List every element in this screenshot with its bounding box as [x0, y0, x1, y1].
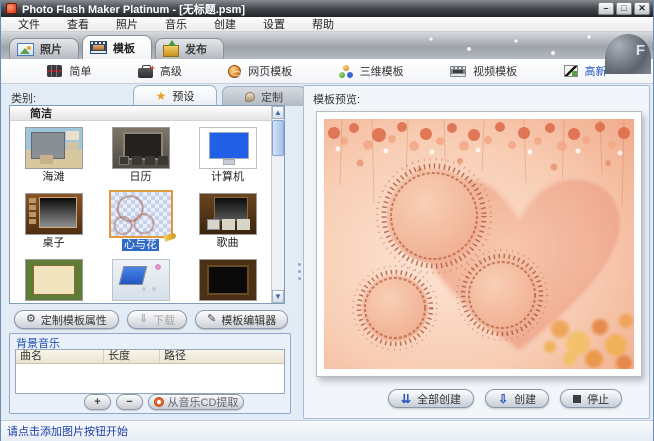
- toolbar-item-simple[interactable]: 简单: [47, 63, 91, 79]
- category-label: 类别:: [11, 93, 37, 105]
- advanced-icon: [137, 63, 155, 78]
- publish-tab-icon: [163, 39, 179, 57]
- tab-publish[interactable]: 发布: [155, 38, 224, 59]
- menu-view[interactable]: 查看: [67, 16, 89, 32]
- app-icon: [6, 3, 17, 14]
- template-group-header: 简洁: [10, 106, 284, 121]
- background-music-panel: 背景音乐 曲名 长度 路径 + − 从音乐CD提取: [9, 333, 291, 414]
- simple-icon: [47, 65, 63, 77]
- heart-template-art: [324, 119, 634, 369]
- web-template-icon: [228, 64, 243, 78]
- stop-button[interactable]: 停止: [560, 389, 623, 408]
- pencil-icon: ✎: [207, 313, 217, 325]
- double-down-arrow-icon: ⇊: [401, 391, 412, 406]
- menu-file[interactable]: 文件: [18, 16, 40, 32]
- toolbar-item-video-templates[interactable]: 视频模板: [450, 63, 517, 79]
- template-thumbnail: [24, 127, 83, 169]
- main-area: 类别: ★ 预设 定制 简洁 海滩 日历 计算机 桌子 心与花 歌曲 ▲ ▼ ⚙…: [1, 84, 653, 420]
- tab-band: F 照片 模板 发布: [1, 32, 653, 74]
- template-item-desk[interactable]: 桌子: [10, 188, 97, 254]
- scroll-up-icon[interactable]: ▲: [272, 106, 284, 119]
- status-text: 请点击添加图片按钮开始: [7, 426, 128, 438]
- template-item-8[interactable]: [97, 254, 184, 303]
- template-thumbnail: [198, 127, 257, 169]
- gear-icon: ⚙: [26, 313, 36, 325]
- template-list: 简洁 海滩 日历 计算机 桌子 心与花 歌曲 ▲ ▼: [9, 105, 285, 304]
- remove-music-button[interactable]: −: [116, 394, 143, 410]
- template-thumbnail: [198, 193, 257, 235]
- tab-custom[interactable]: 定制: [222, 86, 306, 106]
- create-button[interactable]: ⇩ 创建: [485, 389, 550, 408]
- template-editor-button[interactable]: ✎ 模板编辑器: [195, 310, 289, 329]
- templates-tab-icon: [90, 41, 107, 54]
- template-item-song[interactable]: 歌曲: [184, 188, 271, 254]
- hand-icon: [245, 91, 255, 102]
- template-item-computer[interactable]: 计算机: [184, 122, 271, 188]
- preview-panel: 模板预览: ⇊ 全部创建 ⇩ 创建 停止: [303, 85, 650, 419]
- customize-template-properties-button[interactable]: ⚙ 定制模板属性: [14, 310, 119, 329]
- template-list-scrollbar[interactable]: ▲ ▼: [271, 106, 284, 303]
- star-icon: ★: [155, 89, 167, 103]
- tab-templates[interactable]: 模板: [82, 35, 152, 59]
- window-title: Photo Flash Maker Platinum - [无标题.psm]: [22, 3, 246, 16]
- menu-music[interactable]: 音乐: [165, 16, 187, 32]
- menu-settings[interactable]: 设置: [263, 16, 285, 32]
- menu-help[interactable]: 帮助: [312, 16, 334, 32]
- panel-splitter[interactable]: [297, 259, 302, 283]
- maximize-button[interactable]: □: [616, 2, 632, 15]
- music-column-name[interactable]: 曲名: [16, 350, 104, 363]
- minimize-button[interactable]: –: [598, 2, 614, 15]
- music-table: 曲名 长度 路径: [15, 349, 285, 394]
- header-art: F: [605, 34, 651, 74]
- template-thumbnail: [108, 190, 173, 238]
- music-column-length[interactable]: 长度: [104, 350, 160, 363]
- music-column-path[interactable]: 路径: [160, 350, 284, 363]
- preview-label: 模板预览:: [313, 94, 361, 106]
- menu-photo[interactable]: 照片: [116, 16, 138, 32]
- template-item-heart-selected[interactable]: 心与花: [97, 188, 184, 254]
- toolbar-item-advanced[interactable]: 高级: [137, 63, 182, 79]
- toolbar-item-3d-templates[interactable]: 三维模板: [338, 63, 404, 79]
- template-item-7[interactable]: [10, 254, 97, 303]
- menu-create[interactable]: 创建: [214, 16, 236, 32]
- template-item-9[interactable]: [184, 254, 271, 303]
- close-button[interactable]: ✕: [634, 2, 650, 15]
- extract-from-cd-button[interactable]: 从音乐CD提取: [148, 394, 244, 410]
- template-thumbnail: [24, 193, 83, 235]
- status-bar: 请点击添加图片按钮开始: [1, 420, 653, 441]
- template-thumbnail: [111, 127, 170, 169]
- create-all-button[interactable]: ⇊ 全部创建: [388, 389, 475, 408]
- down-arrow-icon: ⇩: [498, 391, 509, 406]
- photos-tab-icon: [17, 42, 34, 56]
- template-grid: 海滩 日历 计算机 桌子 心与花 歌曲: [10, 122, 271, 303]
- template-preview: [316, 111, 642, 377]
- template-thumbnail: [198, 259, 257, 301]
- tab-photos[interactable]: 照片: [9, 38, 79, 59]
- 3d-template-icon: [338, 64, 353, 78]
- add-music-button[interactable]: +: [84, 394, 111, 410]
- download-icon: ⇓: [138, 313, 149, 325]
- download-button[interactable]: ⇓ 下载: [126, 310, 188, 329]
- new-template-icon: [563, 65, 578, 77]
- toolbar-item-new-templates[interactable]: 高新: [563, 63, 607, 79]
- template-category-toolbar: 简单 高级 网页模板 三维模板 视频模板 高新: [1, 59, 653, 84]
- video-template-icon: [450, 65, 467, 77]
- cd-icon: [153, 397, 164, 407]
- stop-icon: [573, 394, 582, 403]
- template-thumbnail: [24, 259, 83, 301]
- scroll-down-icon[interactable]: ▼: [272, 290, 284, 303]
- tab-preset[interactable]: ★ 预设: [133, 85, 217, 106]
- template-item-beach[interactable]: 海滩: [10, 122, 97, 188]
- menu-bar: 文件 查看 照片 音乐 创建 设置 帮助: [1, 17, 653, 32]
- scrollbar-thumb[interactable]: [272, 120, 284, 156]
- template-item-calendar[interactable]: 日历: [97, 122, 184, 188]
- template-thumbnail: [111, 259, 170, 301]
- app-window: Photo Flash Maker Platinum - [无标题.psm] –…: [0, 0, 654, 441]
- toolbar-item-web-templates[interactable]: 网页模板: [228, 63, 292, 79]
- title-bar: Photo Flash Maker Platinum - [无标题.psm] –…: [1, 0, 653, 17]
